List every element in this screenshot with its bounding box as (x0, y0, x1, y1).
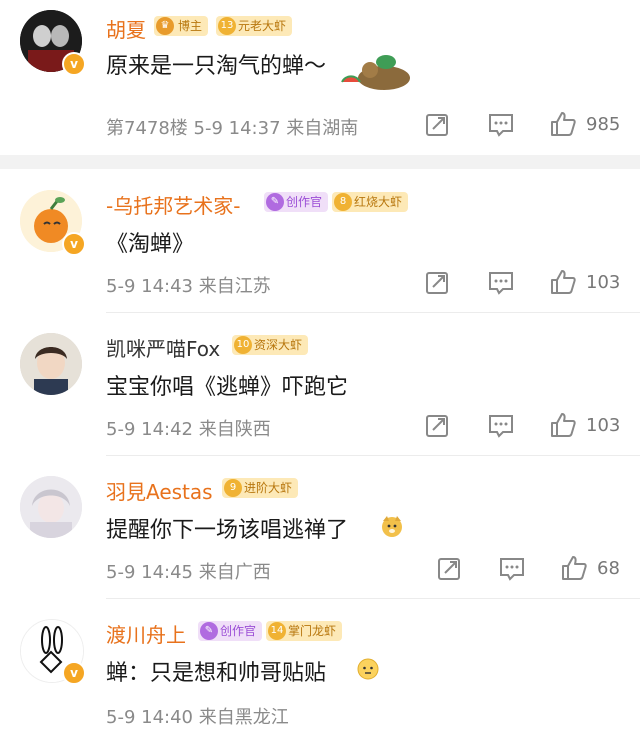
like-count: 68 (597, 558, 620, 579)
like-icon[interactable] (549, 268, 577, 296)
comment-meta: 5-9 14:45 来自广西 (106, 562, 271, 583)
comment-text: 宝宝你唱《逃蝉》吓跑它 (106, 375, 349, 400)
level-badge: 14 掌门龙虾 (266, 621, 343, 641)
share-icon[interactable] (424, 413, 450, 439)
level-badge: 9 进阶大虾 (222, 478, 299, 498)
comment-meta: 第7478楼 5-9 14:37 来自湖南 (106, 118, 359, 139)
blogger-badge: ♛ 博主 (154, 16, 209, 36)
comment-icon[interactable] (487, 270, 515, 296)
comment-item: v -乌托邦艺术家- ✎ 创作官 8 红烧大虾 《淘蝉》 5-9 14:43 来… (0, 170, 640, 313)
creator-badge: ✎ 创作官 (264, 192, 329, 212)
like-icon[interactable] (549, 110, 577, 138)
username[interactable]: -乌托邦艺术家- (106, 190, 240, 219)
comment-icon[interactable] (498, 556, 526, 582)
creator-badge: ✎ 创作官 (198, 621, 263, 641)
comment-item: 凯咪严喵Fox 10 资深大虾 宝宝你唱《逃蝉》吓跑它 5-9 14:42 来自… (0, 313, 640, 456)
level-badge: 8 红烧大虾 (332, 192, 409, 212)
comment-item: 羽見Aestas 9 进阶大虾 提醒你下一场该唱逃禅了 5-9 14:45 来自… (0, 456, 640, 599)
share-icon[interactable] (424, 270, 450, 296)
comment-meta: 5-9 14:43 来自江苏 (106, 276, 271, 297)
verified-icon: v (62, 232, 86, 256)
comment-item: v 胡夏 ♛ 博主 13 元老大虾 原来是一只淘气的蝉～ 第7478楼 5-9 … (0, 0, 640, 160)
comment-text: 蝉：只是想和帅哥贴贴 (106, 661, 327, 686)
comment-meta: 5-9 14:40 来自黑龙江 (106, 707, 289, 728)
username[interactable]: 羽見Aestas (106, 476, 213, 505)
verified-icon: v (62, 52, 86, 76)
level-badge: 10 资深大虾 (232, 335, 309, 355)
avatar[interactable] (20, 476, 82, 538)
like-count: 103 (586, 415, 621, 436)
comment-text: 原来是一只淘气的蝉～ (106, 54, 327, 79)
comment-text: 提醒你下一场该唱逃禅了 (106, 518, 349, 543)
capybara-sticker-icon (336, 52, 414, 92)
awkward-emoji-icon (356, 657, 380, 681)
comment-icon[interactable] (487, 413, 515, 439)
like-count: 985 (586, 114, 621, 135)
section-divider (0, 155, 640, 169)
like-icon[interactable] (560, 554, 588, 582)
avatar[interactable] (20, 333, 82, 395)
like-count: 103 (586, 272, 621, 293)
comment-item: v 渡川舟上 ✎ 创作官 14 掌门龙虾 蝉：只是想和帅哥贴贴 5-9 14:4… (0, 599, 640, 749)
comment-meta: 5-9 14:42 来自陕西 (106, 419, 271, 440)
comment-icon[interactable] (487, 112, 515, 138)
username[interactable]: 凯咪严喵Fox (106, 333, 220, 362)
level-badge: 13 元老大虾 (216, 16, 293, 36)
verified-icon: v (62, 661, 86, 685)
creator-icon: ✎ (266, 193, 284, 211)
creator-icon: ✎ (200, 622, 218, 640)
share-icon[interactable] (436, 556, 462, 582)
username[interactable]: 胡夏 (106, 14, 146, 43)
doge-emoji-icon (380, 514, 404, 538)
comment-text: 《淘蝉》 (106, 232, 195, 257)
crown-icon: ♛ (156, 17, 174, 35)
username[interactable]: 渡川舟上 (106, 619, 186, 648)
like-icon[interactable] (549, 411, 577, 439)
share-icon[interactable] (424, 112, 450, 138)
